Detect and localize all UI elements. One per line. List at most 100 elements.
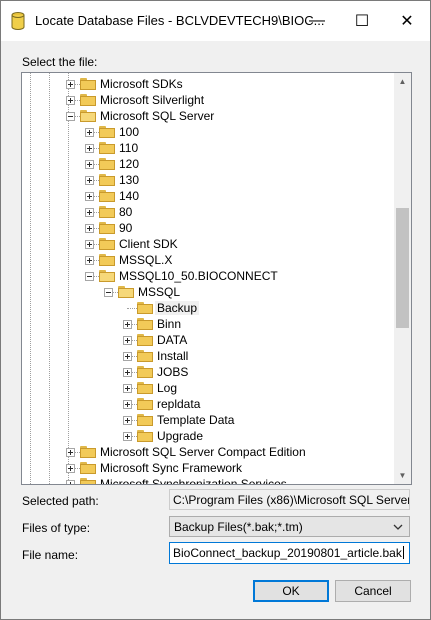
tree-item[interactable]: DATA: [22, 332, 394, 348]
tree-item-label: Microsoft Synchronization Services: [100, 477, 287, 485]
tree-item[interactable]: MSSQL10_50.BIOCONNECT: [22, 268, 394, 284]
expand-icon[interactable]: [85, 240, 94, 249]
expand-icon[interactable]: [85, 192, 94, 201]
tree-item[interactable]: repldata: [22, 396, 394, 412]
expand-icon[interactable]: [85, 224, 94, 233]
expand-icon[interactable]: [85, 144, 94, 153]
expand-icon[interactable]: [85, 176, 94, 185]
tree-item-label: DATA: [157, 333, 188, 347]
tree-item-label: 120: [119, 157, 140, 171]
ok-button[interactable]: OK: [253, 580, 329, 602]
folder-icon: [99, 174, 115, 186]
title-bar[interactable]: Locate Database Files - BCLVDEVTECH9\BIO…: [1, 1, 430, 41]
database-icon: [11, 12, 25, 30]
expand-icon[interactable]: [85, 128, 94, 137]
folder-icon: [137, 302, 153, 314]
tree-item-label: Install: [157, 349, 189, 363]
locate-database-files-dialog: Locate Database Files - BCLVDEVTECH9\BIO…: [0, 0, 431, 620]
tree-item[interactable]: Microsoft Synchronization Services: [22, 476, 394, 485]
tree-item[interactable]: Template Data: [22, 412, 394, 428]
minimize-icon: —: [309, 12, 325, 29]
tree-scrollbar[interactable]: ▲ ▼: [394, 73, 411, 484]
expand-icon[interactable]: [123, 432, 132, 441]
tree-item[interactable]: 100: [22, 124, 394, 140]
tree-item[interactable]: MSSQL: [22, 284, 394, 300]
expand-icon[interactable]: [85, 208, 94, 217]
tree-item-label: MSSQL.X: [119, 253, 173, 267]
scroll-up-icon[interactable]: ▲: [394, 73, 411, 90]
close-icon: ✕: [400, 13, 414, 30]
files-of-type-select[interactable]: Backup Files(*.bak;*.tm): [169, 516, 410, 537]
tree-item[interactable]: 120: [22, 156, 394, 172]
tree-item[interactable]: Microsoft SDKs: [22, 76, 394, 92]
scroll-thumb[interactable]: [396, 208, 409, 328]
tree-item-label: MSSQL: [138, 285, 181, 299]
tree-item[interactable]: 130: [22, 172, 394, 188]
tree-item[interactable]: Log: [22, 380, 394, 396]
tree-item[interactable]: 140: [22, 188, 394, 204]
tree-item[interactable]: Upgrade: [22, 428, 394, 444]
tree-item-label: Microsoft SQL Server: [100, 109, 215, 123]
folder-icon: [80, 110, 96, 122]
expand-icon[interactable]: [123, 416, 132, 425]
file-tree[interactable]: Microsoft SDKs Microsoft Silverlight Micro…: [21, 72, 412, 485]
folder-icon: [137, 334, 153, 346]
collapse-icon[interactable]: [104, 288, 113, 297]
folder-icon: [137, 366, 153, 378]
close-button[interactable]: ✕: [384, 1, 430, 41]
folder-icon: [99, 254, 115, 266]
file-name-input[interactable]: BioConnect_backup_20190801_article.bak: [169, 542, 410, 564]
tree-item[interactable]: Binn: [22, 316, 394, 332]
tree-item-label: JOBS: [157, 365, 189, 379]
text-caret: [402, 546, 404, 559]
tree-item-label: Upgrade: [157, 429, 204, 443]
expand-icon[interactable]: [123, 384, 132, 393]
window-title: Locate Database Files - BCLVDEVTECH9\BIO…: [35, 13, 325, 28]
files-of-type-label: Files of type:: [22, 521, 91, 535]
maximize-icon: ☐: [354, 13, 370, 30]
expand-icon[interactable]: [66, 80, 75, 89]
tree-item[interactable]: Backup: [22, 300, 394, 316]
tree-item[interactable]: MSSQL.X: [22, 252, 394, 268]
tree-item-label: Log: [157, 381, 178, 395]
selected-path-field[interactable]: C:\Program Files (x86)\Microsoft SQL Ser…: [169, 489, 410, 510]
tree-item[interactable]: 80: [22, 204, 394, 220]
tree-item[interactable]: Client SDK: [22, 236, 394, 252]
cancel-button[interactable]: Cancel: [335, 580, 411, 602]
expand-icon[interactable]: [85, 160, 94, 169]
collapse-icon[interactable]: [66, 112, 75, 121]
tree-item[interactable]: JOBS: [22, 364, 394, 380]
folder-icon: [99, 238, 115, 250]
tree-item-label: 80: [119, 205, 133, 219]
tree-item[interactable]: 90: [22, 220, 394, 236]
expand-icon[interactable]: [123, 352, 132, 361]
expand-icon[interactable]: [66, 448, 75, 457]
folder-icon: [137, 430, 153, 442]
tree-item-label: 110: [119, 141, 139, 155]
folder-icon: [80, 94, 96, 106]
expand-icon[interactable]: [66, 464, 75, 473]
tree-item[interactable]: Install: [22, 348, 394, 364]
file-name-value: BioConnect_backup_20190801_article.bak: [173, 546, 402, 560]
minimize-button[interactable]: —: [294, 1, 340, 41]
tree-item[interactable]: 110: [22, 140, 394, 156]
folder-icon: [137, 318, 153, 330]
expand-icon[interactable]: [123, 320, 132, 329]
folder-icon: [80, 462, 96, 474]
expand-icon[interactable]: [123, 336, 132, 345]
maximize-button[interactable]: ☐: [339, 1, 385, 41]
tree-item-label: 90: [119, 221, 133, 235]
collapse-icon[interactable]: [85, 272, 94, 281]
tree-item[interactable]: Microsoft SQL Server Compact Edition: [22, 444, 394, 460]
folder-icon: [80, 478, 96, 484]
expand-icon[interactable]: [123, 400, 132, 409]
expand-icon[interactable]: [123, 368, 132, 377]
expand-icon[interactable]: [66, 96, 75, 105]
tree-item[interactable]: Microsoft Sync Framework: [22, 460, 394, 476]
expand-icon[interactable]: [66, 480, 75, 484]
tree-item[interactable]: Microsoft SQL Server: [22, 108, 394, 124]
tree-item[interactable]: Microsoft Silverlight: [22, 92, 394, 108]
folder-icon: [137, 350, 153, 362]
expand-icon[interactable]: [85, 256, 94, 265]
scroll-down-icon[interactable]: ▼: [394, 467, 411, 484]
